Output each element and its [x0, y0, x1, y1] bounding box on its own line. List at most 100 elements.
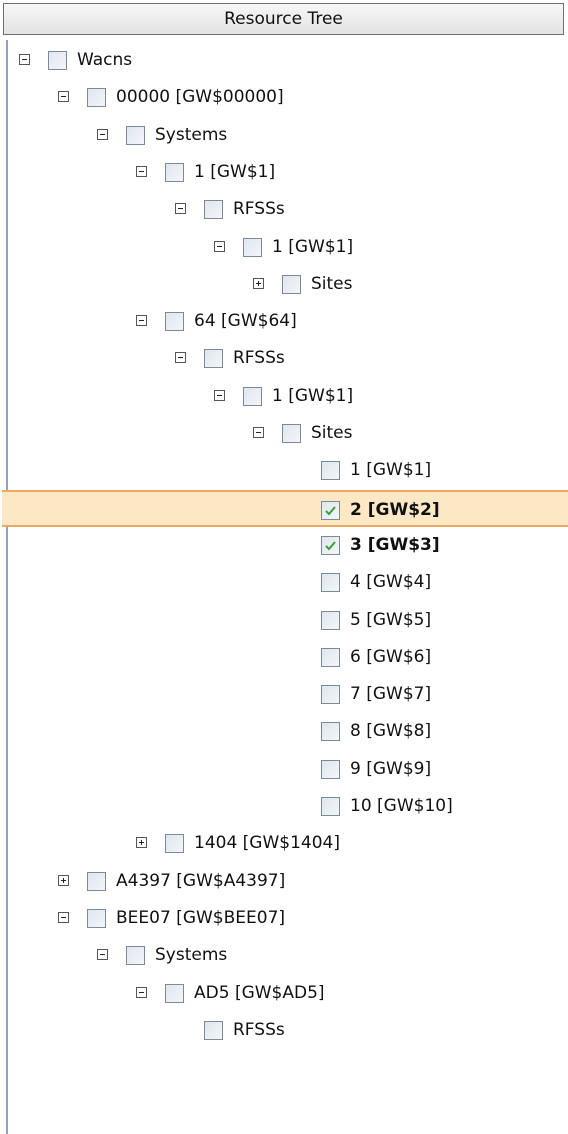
- tree-node[interactable]: 5 [GW$5]: [8, 602, 568, 639]
- tree-node[interactable]: Systems: [8, 937, 568, 974]
- collapse-icon[interactable]: [58, 911, 69, 923]
- checkbox[interactable]: [87, 88, 106, 108]
- collapse-icon[interactable]: [97, 949, 108, 961]
- tree-node[interactable]: 6 [GW$6]: [8, 639, 568, 676]
- tree-node-label[interactable]: RFSSs: [233, 340, 285, 377]
- collapse-icon[interactable]: [253, 427, 264, 438]
- checkbox[interactable]: [282, 424, 301, 443]
- checkbox[interactable]: [282, 274, 301, 294]
- checkbox[interactable]: [126, 946, 145, 966]
- tree-node[interactable]: 10 [GW$10]: [8, 788, 568, 825]
- expand-icon[interactable]: [58, 874, 69, 886]
- checkbox[interactable]: [165, 834, 184, 854]
- collapse-icon[interactable]: [58, 91, 69, 103]
- tree-node-label[interactable]: RFSSs: [233, 1012, 285, 1049]
- checkbox[interactable]: [243, 237, 262, 257]
- tree-node-label[interactable]: 1 [GW$1]: [350, 452, 431, 489]
- checkbox[interactable]: [87, 908, 106, 928]
- collapse-icon[interactable]: [136, 315, 147, 327]
- checkbox[interactable]: [204, 1020, 223, 1040]
- tree-node[interactable]: 4 [GW$4]: [8, 564, 568, 601]
- tree-node-label[interactable]: 7 [GW$7]: [350, 676, 431, 713]
- checkbox[interactable]: [165, 312, 184, 332]
- collapse-icon[interactable]: [136, 165, 147, 177]
- checkbox[interactable]: [165, 162, 184, 182]
- checkbox[interactable]: [165, 983, 184, 1003]
- tree-node-label[interactable]: Systems: [155, 117, 227, 154]
- tree-node-label[interactable]: 1404 [GW$1404]: [194, 825, 340, 862]
- checkbox[interactable]: [321, 461, 340, 481]
- checkbox[interactable]: [321, 722, 340, 742]
- collapse-icon[interactable]: [136, 986, 147, 998]
- tree-node[interactable]: AD5 [GW$AD5]: [8, 975, 568, 1012]
- checkbox[interactable]: [321, 797, 340, 816]
- tree-node-label[interactable]: Wacns: [77, 42, 132, 79]
- collapse-icon[interactable]: [214, 389, 225, 401]
- checkmark-icon: [325, 541, 336, 551]
- tree-node-label[interactable]: AD5 [GW$AD5]: [194, 975, 325, 1012]
- tree-node[interactable]: 3 [GW$3]: [8, 527, 568, 564]
- tree-node-label[interactable]: 1 [GW$1]: [272, 378, 353, 415]
- checkbox[interactable]: [126, 125, 145, 145]
- tree-node-label[interactable]: 1 [GW$1]: [194, 154, 275, 191]
- tree-node-label[interactable]: 00000 [GW$00000]: [116, 79, 284, 116]
- tree-node[interactable]: 1 [GW$1]: [8, 452, 568, 489]
- checkbox[interactable]: [204, 349, 223, 369]
- tree-node[interactable]: 8 [GW$8]: [8, 713, 568, 750]
- tree-node[interactable]: 1 [GW$1]: [8, 378, 568, 415]
- tree-node-label[interactable]: 4 [GW$4]: [350, 564, 431, 601]
- tree-node-label[interactable]: 10 [GW$10]: [350, 788, 453, 825]
- collapse-icon[interactable]: [175, 352, 186, 364]
- expand-icon[interactable]: [136, 837, 147, 849]
- tree-node-label[interactable]: BEE07 [GW$BEE07]: [116, 900, 285, 937]
- tree-node-label[interactable]: 5 [GW$5]: [350, 602, 431, 639]
- checkbox[interactable]: [321, 573, 340, 593]
- tree-node[interactable]: A4397 [GW$A4397]: [8, 863, 568, 900]
- tree-node-label[interactable]: 64 [GW$64]: [194, 303, 297, 340]
- checkbox[interactable]: [87, 871, 106, 891]
- resource-tree-header[interactable]: Resource Tree: [3, 3, 564, 35]
- tree-node-label[interactable]: 2 [GW$2]: [350, 492, 440, 529]
- tree-node-label[interactable]: A4397 [GW$A4397]: [116, 863, 285, 900]
- tree-node-label[interactable]: RFSSs: [233, 191, 285, 228]
- tree-node-label[interactable]: 3 [GW$3]: [350, 527, 440, 564]
- tree-node-label[interactable]: Sites: [311, 266, 353, 303]
- checkbox[interactable]: [204, 200, 223, 220]
- tree-node[interactable]: RFSSs: [8, 1012, 568, 1049]
- tree-node[interactable]: Systems: [8, 117, 568, 154]
- collapse-icon[interactable]: [19, 54, 30, 65]
- tree-node[interactable]: 9 [GW$9]: [8, 751, 568, 788]
- checkbox[interactable]: [48, 51, 67, 70]
- tree-node-label[interactable]: 9 [GW$9]: [350, 751, 431, 788]
- tree-node[interactable]: 1 [GW$1]: [8, 229, 568, 266]
- checkbox[interactable]: [321, 610, 340, 630]
- collapse-icon[interactable]: [214, 240, 225, 252]
- checkbox[interactable]: [321, 647, 340, 667]
- tree-node[interactable]: 64 [GW$64]: [8, 303, 568, 340]
- tree-node[interactable]: 1404 [GW$1404]: [8, 825, 568, 862]
- checkbox[interactable]: [321, 685, 340, 705]
- tree-node[interactable]: Sites: [8, 266, 568, 303]
- tree-node[interactable]: RFSSs: [8, 191, 568, 228]
- checkbox[interactable]: [243, 386, 262, 406]
- collapse-icon[interactable]: [175, 203, 186, 215]
- tree-node[interactable]: 2 [GW$2]: [2, 489, 568, 529]
- tree-node-label[interactable]: 6 [GW$6]: [350, 639, 431, 676]
- tree-node[interactable]: 00000 [GW$00000]: [8, 79, 568, 116]
- tree-node[interactable]: 7 [GW$7]: [8, 676, 568, 713]
- collapse-icon[interactable]: [97, 128, 108, 140]
- tree-node[interactable]: Wacns: [8, 42, 568, 79]
- resource-tree[interactable]: Wacns 00000 [GW$00000] Systems 1 [GW$1] RFSS…: [2, 40, 568, 1134]
- tree-node-label[interactable]: Systems: [155, 937, 227, 974]
- tree-node[interactable]: 1 [GW$1]: [8, 154, 568, 191]
- tree-node[interactable]: RFSSs: [8, 340, 568, 377]
- checkbox-checked[interactable]: [321, 535, 340, 555]
- tree-node[interactable]: Sites: [8, 415, 568, 452]
- checkbox[interactable]: [321, 759, 340, 779]
- tree-node-label[interactable]: 1 [GW$1]: [272, 229, 353, 266]
- tree-node-label[interactable]: Sites: [311, 415, 353, 452]
- checkbox-checked[interactable]: [321, 500, 340, 520]
- tree-node[interactable]: BEE07 [GW$BEE07]: [8, 900, 568, 937]
- tree-node-label[interactable]: 8 [GW$8]: [350, 713, 431, 750]
- expand-icon[interactable]: [253, 277, 264, 289]
